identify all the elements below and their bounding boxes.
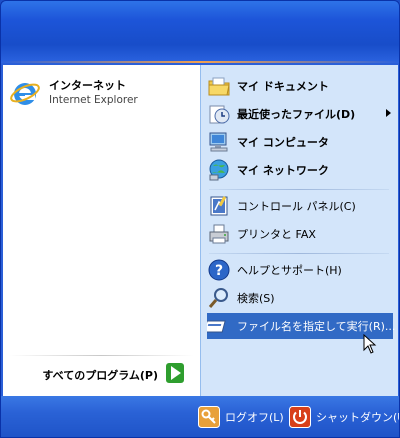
control-panel-icon	[210, 196, 228, 216]
pinned-item-internet[interactable]: インターネット Internet Explorer	[9, 75, 194, 111]
svg-text:?: ?	[215, 263, 223, 279]
menu-item-my-documents[interactable]: マイ ドキュメント	[207, 73, 393, 99]
search-icon	[208, 288, 228, 308]
menu-item-my-computer[interactable]: マイ コンピュータ	[207, 129, 393, 155]
power-icon	[289, 406, 311, 428]
menu-separator	[209, 253, 389, 254]
all-programs-button[interactable]: すべてのプログラム(P)	[3, 355, 200, 395]
submenu-arrow-icon	[386, 109, 391, 117]
shutdown-label: シャットダウン(U)	[316, 411, 399, 424]
menu-item-label: ヘルプとサポート(H)	[237, 264, 342, 277]
printer-fax-icon	[209, 224, 229, 244]
my-computer-icon	[209, 132, 228, 152]
menu-item-recent-documents[interactable]: 最近使ったファイル(D)	[207, 101, 393, 127]
pinned-item-title: インターネット	[49, 79, 126, 92]
run-icon	[207, 320, 226, 333]
menu-item-help-support[interactable]: ? ヘルプとサポート(H)	[207, 257, 393, 283]
recent-documents-icon	[209, 105, 230, 124]
menu-item-printers-fax[interactable]: プリンタと FAX	[207, 221, 393, 247]
menu-item-control-panel[interactable]: コントロール パネル(C)	[207, 193, 393, 219]
menu-item-label: プリンタと FAX	[237, 228, 316, 241]
start-menu: インターネット Internet Explorer すべてのプログラム(P) マ…	[0, 0, 400, 438]
shutdown-button[interactable]: シャットダウン(U)	[289, 405, 399, 429]
menu-item-label: 最近使ったファイル(D)	[237, 108, 356, 121]
all-programs-label: すべてのプログラム(P)	[42, 369, 158, 382]
menu-item-label: マイ ドキュメント	[237, 80, 329, 93]
start-menu-left-pane: インターネット Internet Explorer すべてのプログラム(P)	[3, 65, 200, 396]
mouse-cursor-icon	[363, 334, 377, 354]
key-icon	[198, 406, 220, 428]
start-menu-header	[1, 1, 399, 63]
menu-item-label: ファイル名を指定して実行(R)...	[237, 320, 396, 333]
help-icon: ?	[208, 259, 230, 281]
internet-explorer-icon	[10, 83, 40, 105]
logoff-label: ログオフ(L)	[225, 411, 284, 424]
menu-item-label: コントロール パネル(C)	[237, 200, 356, 213]
logoff-button[interactable]: ログオフ(L)	[198, 405, 284, 429]
menu-separator	[209, 189, 389, 190]
my-documents-icon	[208, 77, 230, 96]
menu-item-label: 検索(S)	[237, 292, 275, 305]
green-arrow-icon	[166, 363, 184, 383]
pinned-item-subtitle: Internet Explorer	[49, 94, 138, 106]
menu-item-my-network[interactable]: マイ ネットワーク	[207, 157, 393, 183]
menu-item-search[interactable]: 検索(S)	[207, 285, 393, 311]
start-menu-footer: ログオフ(L) シャットダウン(U)	[1, 396, 399, 437]
my-network-icon	[209, 159, 229, 181]
menu-item-label: マイ コンピュータ	[237, 136, 329, 149]
menu-item-label: マイ ネットワーク	[237, 164, 329, 177]
